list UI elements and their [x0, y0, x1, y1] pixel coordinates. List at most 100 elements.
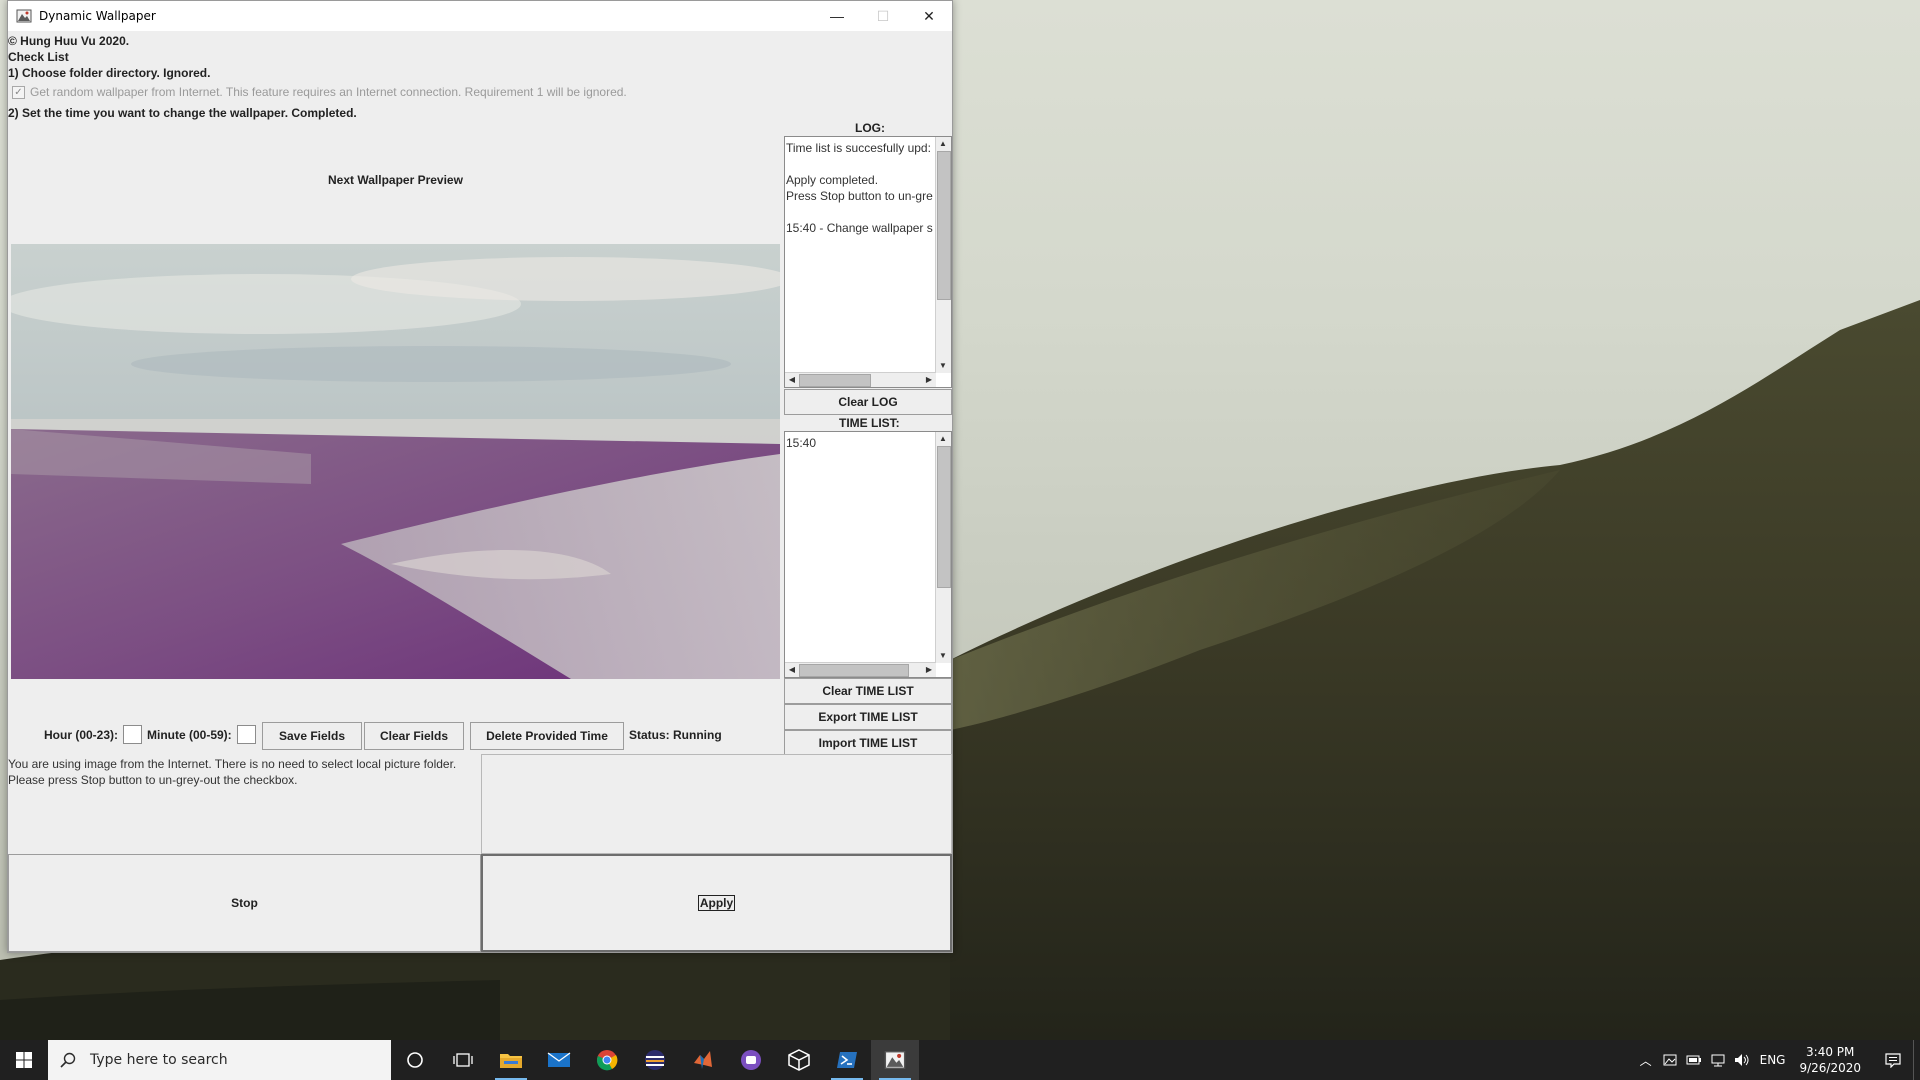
close-icon: ✕ — [923, 7, 935, 24]
empty-panel — [481, 754, 952, 854]
show-hidden-icons-button[interactable]: ︿ — [1634, 1040, 1658, 1080]
app-icon-matlab — [694, 1051, 712, 1069]
task-view-icon — [453, 1053, 473, 1067]
window-title: Dynamic Wallpaper — [39, 9, 156, 23]
powershell-button[interactable] — [823, 1040, 871, 1080]
log-vscroll-thumb[interactable] — [937, 151, 951, 300]
app-matlab-button[interactable] — [679, 1040, 727, 1080]
chrome-button[interactable] — [583, 1040, 631, 1080]
step1-text: 1) Choose folder directory. Ignored. — [8, 66, 211, 80]
mail-button[interactable] — [535, 1040, 583, 1080]
import-time-list-label: Import TIME LIST — [818, 736, 918, 750]
time-list-horizontal-scrollbar[interactable]: ◀ ▶ — [785, 662, 936, 677]
step2-text: 2) Set the time you want to change the w… — [8, 106, 357, 120]
time-list-vertical-scrollbar[interactable]: ▲ ▼ — [935, 432, 951, 663]
chrome-icon — [597, 1050, 618, 1071]
dynamic-wallpaper-window: Dynamic Wallpaper — ☐ ✕ © Hung Huu Vu 20… — [7, 0, 953, 953]
clock-date: 9/26/2020 — [1799, 1061, 1861, 1075]
search-icon — [60, 1052, 76, 1068]
dynamic-wallpaper-icon — [884, 1051, 906, 1069]
battery-icon — [1686, 1055, 1701, 1065]
volume-icon — [1734, 1054, 1749, 1066]
app-icon-virtualbox — [788, 1049, 810, 1071]
title-bar[interactable]: Dynamic Wallpaper — ☐ ✕ — [8, 1, 952, 31]
app-virtualbox-button[interactable] — [775, 1040, 823, 1080]
clock[interactable]: 3:40 PM 9/26/2020 — [1799, 1044, 1861, 1076]
stop-button[interactable]: Stop — [8, 854, 481, 952]
log-label: LOG: — [855, 121, 885, 135]
log-textarea[interactable]: Time list is succesfully upd: Apply comp… — [784, 136, 952, 388]
delete-provided-time-button[interactable]: Delete Provided Time — [470, 722, 624, 750]
scroll-down-icon[interactable]: ▼ — [936, 359, 950, 373]
powershell-icon — [837, 1052, 857, 1068]
minimize-button[interactable]: — — [814, 1, 860, 31]
clear-log-label: Clear LOG — [838, 395, 898, 409]
clear-time-list-label: Clear TIME LIST — [822, 684, 914, 698]
hour-field[interactable] — [123, 725, 142, 744]
log-text: Time list is succesfully upd: Apply comp… — [786, 141, 933, 235]
volume-button[interactable] — [1730, 1040, 1754, 1080]
scroll-right-icon[interactable]: ▶ — [922, 373, 936, 387]
random-wallpaper-checkbox[interactable]: ✓ — [12, 85, 25, 99]
java-tray-icon — [1663, 1054, 1677, 1066]
clear-log-button[interactable]: Clear LOG — [784, 389, 952, 415]
preview-label: Next Wallpaper Preview — [328, 173, 463, 187]
checklist-title: Check List — [8, 50, 69, 64]
minimize-icon: — — [830, 8, 844, 24]
minute-field[interactable] — [237, 725, 256, 744]
system-tray: ︿ ENG 3:40 PM 9/26/2020 — [1634, 1040, 1920, 1080]
tray-app-icon[interactable] — [1658, 1040, 1682, 1080]
task-view-button[interactable] — [439, 1040, 487, 1080]
clear-time-list-button[interactable]: Clear TIME LIST — [784, 678, 952, 704]
save-fields-button[interactable]: Save Fields — [262, 722, 362, 750]
message-line-1: You are using image from the Internet. T… — [8, 757, 457, 771]
scroll-up-icon[interactable]: ▲ — [936, 432, 950, 446]
time-list-textarea[interactable]: 15:40 ▲ ▼ ◀ ▶ — [784, 431, 952, 678]
stop-label: Stop — [231, 896, 258, 910]
import-time-list-button[interactable]: Import TIME LIST — [784, 730, 952, 756]
time-list-text: 15:40 — [786, 436, 817, 450]
mail-icon — [547, 1052, 571, 1067]
network-button[interactable] — [1706, 1040, 1730, 1080]
random-wallpaper-option[interactable]: ✓ Get random wallpaper from Internet. Th… — [12, 85, 627, 99]
apply-button[interactable]: Apply — [481, 854, 952, 952]
dynamic-wallpaper-taskbar-button[interactable] — [871, 1040, 919, 1080]
file-explorer-icon — [500, 1054, 522, 1068]
file-explorer-button[interactable] — [487, 1040, 535, 1080]
export-time-list-button[interactable]: Export TIME LIST — [784, 704, 952, 730]
close-button[interactable]: ✕ — [906, 1, 952, 31]
clear-fields-label: Clear Fields — [379, 729, 449, 743]
maximize-button[interactable]: ☐ — [860, 1, 906, 31]
language-indicator[interactable]: ENG — [1760, 1053, 1786, 1067]
cortana-button[interactable] — [391, 1040, 439, 1080]
scroll-down-icon[interactable]: ▼ — [936, 649, 950, 663]
scroll-right-icon[interactable]: ▶ — [922, 663, 936, 677]
app-purple-button[interactable] — [727, 1040, 775, 1080]
log-horizontal-scrollbar[interactable]: ◀ ▶ — [785, 372, 936, 387]
show-desktop-button[interactable] — [1913, 1040, 1920, 1080]
scroll-left-icon[interactable]: ◀ — [785, 663, 799, 677]
start-button[interactable] — [0, 1040, 48, 1080]
hour-label: Hour (00-23): — [44, 728, 119, 742]
scroll-up-icon[interactable]: ▲ — [936, 137, 950, 151]
wallpaper-preview-image — [11, 244, 780, 679]
save-fields-label: Save Fields — [278, 729, 346, 743]
app-lines-button[interactable] — [631, 1040, 679, 1080]
copyright-text: © Hung Huu Vu 2020. — [8, 34, 130, 48]
network-icon — [1711, 1054, 1725, 1067]
taskbar: Type here to search ︿ ENG 3:40 PM 9/26/2… — [0, 1040, 1920, 1080]
scroll-left-icon[interactable]: ◀ — [785, 373, 799, 387]
time-list-hscroll-thumb[interactable] — [799, 664, 909, 677]
battery-button[interactable] — [1682, 1040, 1706, 1080]
log-vertical-scrollbar[interactable]: ▲ ▼ — [935, 137, 951, 373]
time-list-vscroll-thumb[interactable] — [937, 446, 951, 588]
taskbar-search-box[interactable]: Type here to search — [48, 1040, 391, 1080]
message-area: You are using image from the Internet. T… — [8, 754, 480, 854]
log-hscroll-thumb[interactable] — [799, 374, 871, 387]
random-wallpaper-label: Get random wallpaper from Internet. This… — [30, 85, 627, 99]
clear-fields-button[interactable]: Clear Fields — [364, 722, 464, 750]
action-center-button[interactable] — [1873, 1040, 1913, 1080]
export-time-list-label: Export TIME LIST — [818, 710, 918, 724]
status-label: Status: Running — [629, 728, 722, 742]
app-icon-lines — [645, 1050, 665, 1070]
